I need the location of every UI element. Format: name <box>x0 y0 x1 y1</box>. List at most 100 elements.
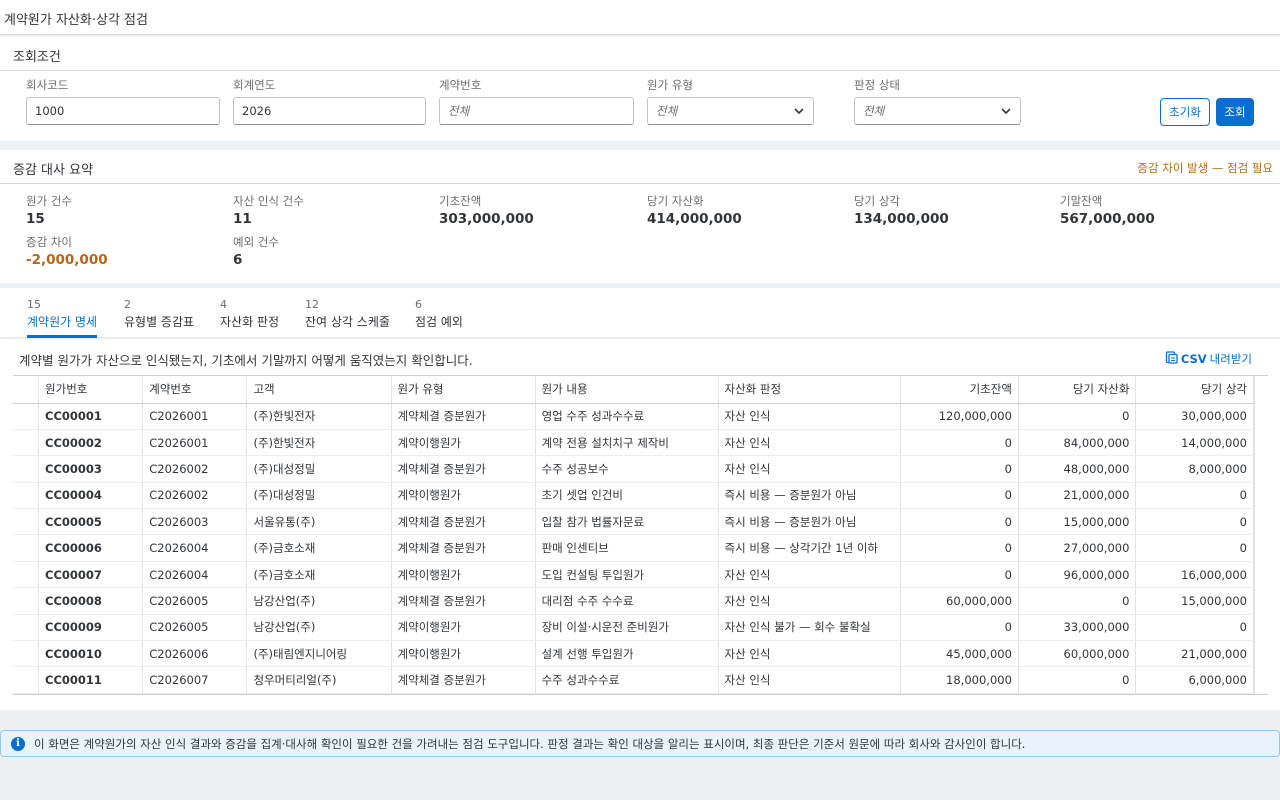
table-row[interactable]: CC00007 C2026004 (주)금호소재 계약이행원가 도입 컨설팅 투입원가 자… <box>13 561 1254 589</box>
table-row[interactable]: CC00001 C2026001 (주)한빛전자 계약체결 증분원가 영업 수주 성과수… <box>13 403 1254 430</box>
table-cell: 21,000,000 <box>1018 482 1137 510</box>
column-header[interactable]: 기초잔액 <box>900 376 1019 404</box>
row-selector[interactable] <box>13 587 40 615</box>
table-row[interactable]: CC00009 C2026005 남강산업(주) 계약이행원가 장비 이설·시운전 준비… <box>13 614 1254 642</box>
table-cell: (주)대성정밀 <box>246 482 392 510</box>
table-cell: 수주 성과수수료 <box>535 666 719 694</box>
column-header[interactable]: 계약번호 <box>142 376 248 404</box>
table-cell: 0 <box>1135 534 1254 562</box>
tab-type-rollforward[interactable]: 2 유형별 증감표 <box>124 298 194 338</box>
kpi-value: 567,000,000 <box>1060 211 1155 227</box>
table-cell: 계약체결 증분원가 <box>391 455 536 483</box>
table-cell: CC00004 <box>38 482 144 510</box>
table-row[interactable]: CC00008 C2026005 남강산업(주) 계약체결 증분원가 대리점 수주 수수… <box>13 587 1254 615</box>
tab-exceptions[interactable]: 6 점검 예외 <box>415 298 463 338</box>
row-selector[interactable] <box>13 534 40 562</box>
table-cell: C2026001 <box>142 403 248 430</box>
table-cell: 계약이행원가 <box>391 561 536 589</box>
table-panel: 계약별 원가가 자산으로 인식됐는지, 기초에서 기말까지 어떻게 움직였는지 … <box>0 339 1280 710</box>
table-cell: 60,000,000 <box>900 587 1019 615</box>
tab-label: 계약원가 명세 <box>27 315 98 329</box>
column-header[interactable]: 원가번호 <box>38 376 144 404</box>
tab-amortization-schedule[interactable]: 12 잔여 상각 스케줄 <box>305 298 390 338</box>
column-header[interactable]: 고객 <box>246 376 392 404</box>
table-cell: 계약체결 증분원가 <box>391 587 536 615</box>
chevron-down-icon <box>793 105 805 117</box>
judgment-status-field: 판정 상태 전체 <box>854 77 1021 125</box>
kpi-value: 15 <box>26 211 45 227</box>
table-cell: C2026004 <box>142 534 248 562</box>
tab-contract-cost-detail[interactable]: 15 계약원가 명세 <box>27 298 98 338</box>
kpi-label: 당기 상각 <box>854 194 900 208</box>
vertical-scrollbar[interactable] <box>1254 376 1268 694</box>
row-selector[interactable] <box>13 403 40 430</box>
kpi-value: 134,000,000 <box>854 211 949 227</box>
column-header[interactable]: 당기 상각 <box>1135 376 1254 404</box>
table-row[interactable]: CC00005 C2026003 서울유통(주) 계약체결 증분원가 입찰 참가 법률자… <box>13 508 1254 536</box>
table-cell: 계약체결 증분원가 <box>391 508 536 536</box>
table-cell: (주)한빛전자 <box>246 429 392 457</box>
page-title: 계약원가 자산화·상각 점검 <box>0 0 1280 35</box>
table-cell: 즉시 비용 — 증분원가 아님 <box>718 482 902 510</box>
table-cell: CC00005 <box>38 508 144 536</box>
row-selector[interactable] <box>13 614 40 642</box>
row-selector[interactable] <box>13 429 40 457</box>
summary-panel-title: 증감 대사 요약 <box>0 150 1280 184</box>
row-selector[interactable] <box>13 561 40 589</box>
column-header[interactable]: 원가 내용 <box>535 376 719 404</box>
table-cell: 계약이행원가 <box>391 614 536 642</box>
table-row[interactable]: CC00011 C2026007 청우머티리얼(주) 계약체결 증분원가 수주 성과수수… <box>13 666 1254 694</box>
table-cell: 장비 이설·시운전 준비원가 <box>535 614 719 642</box>
table-cell: 8,000,000 <box>1135 455 1254 483</box>
row-selector[interactable] <box>13 482 40 510</box>
judgment-status-select[interactable]: 전체 <box>854 97 1021 125</box>
kpi-value: 11 <box>233 211 252 227</box>
csv-download-button[interactable]: CSV 내려받기 <box>1165 351 1252 367</box>
table-cell: (주)금호소재 <box>246 561 392 589</box>
info-icon: i <box>11 736 25 751</box>
table-row[interactable]: CC00004 C2026002 (주)대성정밀 계약이행원가 초기 셋업 인건비 즉시 … <box>13 482 1254 510</box>
table-description: 계약별 원가가 자산으로 인식됐는지, 기초에서 기말까지 어떻게 움직였는지 … <box>19 353 473 368</box>
table-cell: C2026006 <box>142 640 248 668</box>
fiscal-year-label: 회계연도 <box>233 78 276 92</box>
column-header[interactable]: 원가 유형 <box>391 376 536 404</box>
table-cell: 계약 전용 설치치구 제작비 <box>535 429 719 457</box>
contract-no-input[interactable]: 전체 <box>439 97 634 125</box>
table-cell: 0 <box>1018 587 1137 615</box>
table-cell: 자산 인식 불가 — 회수 불확실 <box>718 614 902 642</box>
table-cell: 0 <box>900 508 1019 536</box>
table-cell: 자산 인식 <box>718 640 902 668</box>
tab-bar: 15 계약원가 명세 2 유형별 증감표 4 자산화 판정 12 잔여 상각 스… <box>0 288 1280 338</box>
search-button[interactable]: 조회 <box>1216 98 1254 126</box>
csv-prefix: CSV <box>1180 352 1207 366</box>
row-selector[interactable] <box>13 666 40 694</box>
table-cell: 0 <box>1018 403 1137 430</box>
table-cell: 0 <box>1018 666 1137 694</box>
tab-capitalization-judgment[interactable]: 4 자산화 판정 <box>220 298 279 338</box>
row-selector[interactable] <box>13 455 40 483</box>
table-cell: 설계 선행 투입원가 <box>535 640 719 668</box>
tab-label: 자산화 판정 <box>220 315 280 329</box>
row-selector[interactable] <box>13 508 40 536</box>
table-row[interactable]: CC00002 C2026001 (주)한빛전자 계약이행원가 계약 전용 설치치구 제… <box>13 429 1254 457</box>
table-cell: 45,000,000 <box>900 640 1019 668</box>
row-selector[interactable] <box>13 640 40 668</box>
column-header[interactable]: 자산화 판정 <box>718 376 902 404</box>
cost-type-select[interactable]: 전체 <box>647 97 814 125</box>
fiscal-year-input[interactable]: 2026 <box>233 97 426 125</box>
company-code-input[interactable]: 1000 <box>26 97 220 125</box>
tab-label: 잔여 상각 스케줄 <box>305 315 390 329</box>
table-cell: 6,000,000 <box>1135 666 1254 694</box>
kpi-label: 원가 건수 <box>26 194 72 208</box>
table-row[interactable]: CC00006 C2026004 (주)금호소재 계약체결 증분원가 판매 인센티브 즉시… <box>13 534 1254 562</box>
table-row[interactable]: CC00010 C2026006 (주)태림엔지니어링 계약이행원가 설계 선행 투입원… <box>13 640 1254 668</box>
table-row[interactable]: CC00003 C2026002 (주)대성정밀 계약체결 증분원가 수주 성공보수 자산… <box>13 455 1254 483</box>
table-cell: 남강산업(주) <box>246 587 392 615</box>
kpi-asset-count: 자산 인식 건수 11 <box>233 193 304 227</box>
table-cell: C2026005 <box>142 587 248 615</box>
table-cell: 0 <box>900 455 1019 483</box>
tab-count: 12 <box>305 298 319 311</box>
table-cell: CC00007 <box>38 561 144 589</box>
reset-button[interactable]: 초기화 <box>1160 98 1210 126</box>
column-header[interactable]: 당기 자산화 <box>1018 376 1137 404</box>
